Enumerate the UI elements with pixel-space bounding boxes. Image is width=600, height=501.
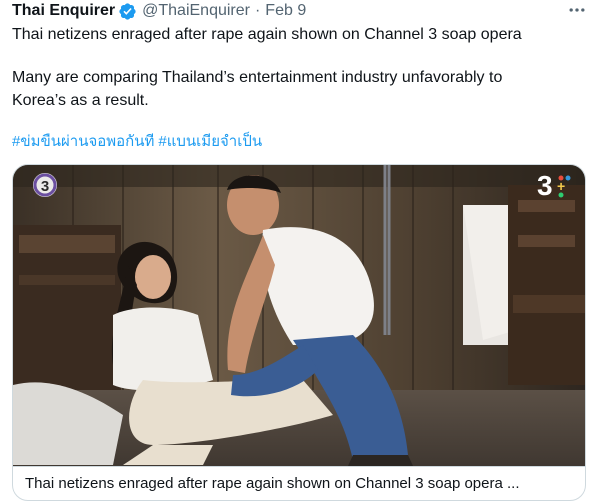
hashtags: #ข่มขืนผ่านจอพอกันที #แบนเมียจำเป็น bbox=[12, 131, 266, 153]
tweet-text-line: Many are comparing Thailand’s entertainm… bbox=[12, 69, 503, 86]
hashtag-link[interactable]: #แบนเมียจำเป็น bbox=[158, 133, 262, 150]
channel-3-logo-left: 3 bbox=[33, 173, 57, 197]
author-name[interactable]: Thai Enquirer bbox=[12, 1, 115, 21]
hashtag-link[interactable]: #ข่มขืนผ่านจอพอกันที bbox=[12, 133, 154, 150]
tweet-text-line: Korea’s as a result. bbox=[12, 92, 149, 109]
verified-badge-icon bbox=[118, 2, 137, 21]
link-card[interactable]: 3 3 + Thai netizens enraged after rape a… bbox=[12, 164, 586, 501]
card-image[interactable]: 3 3 + bbox=[13, 165, 585, 466]
tweet-text-line: Thai netizens enraged after rape again s… bbox=[12, 26, 522, 43]
logo-right-label: 3 bbox=[537, 170, 553, 201]
tweet-date[interactable]: Feb 9 bbox=[265, 1, 306, 21]
more-horizontal-icon[interactable] bbox=[566, 1, 588, 19]
author-handle[interactable]: @ThaiEnquirer bbox=[142, 1, 250, 21]
tweet-header: Thai Enquirer @ThaiEnquirer · Feb 9 bbox=[12, 0, 588, 22]
card-caption[interactable]: Thai netizens enraged after rape again s… bbox=[13, 466, 585, 500]
tweet[interactable]: Thai Enquirer @ThaiEnquirer · Feb 9 Thai… bbox=[0, 0, 600, 501]
separator-dot: · bbox=[254, 2, 261, 19]
logo-left-label: 3 bbox=[41, 178, 49, 195]
